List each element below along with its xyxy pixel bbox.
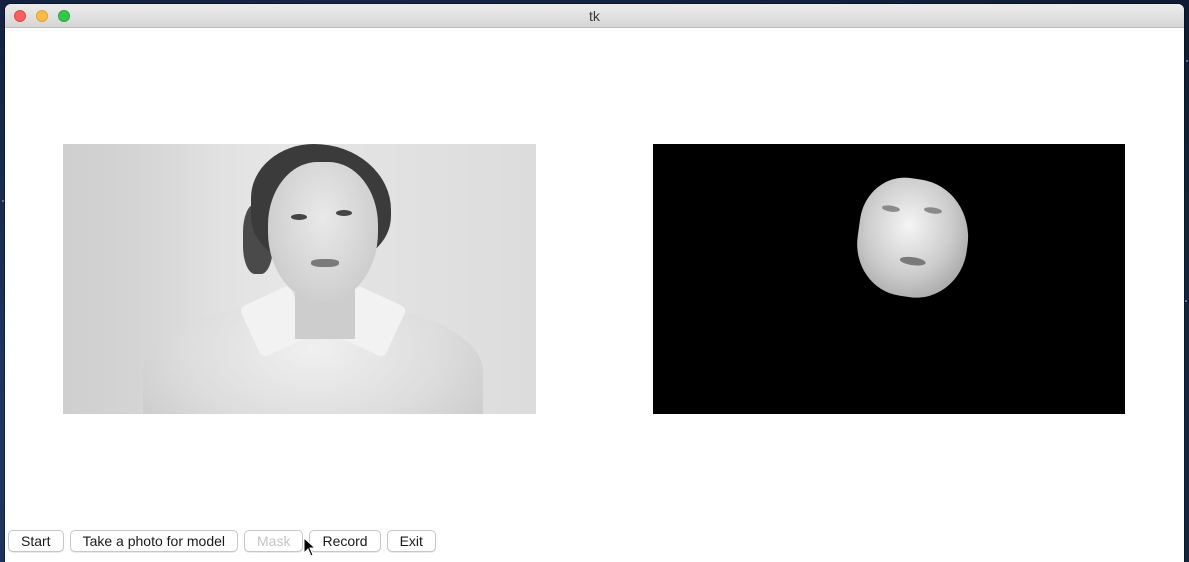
app-window: tk Start Take a photo for model Mask Rec…: [5, 4, 1184, 562]
face-model-preview: [653, 144, 1125, 414]
exit-button[interactable]: Exit: [386, 530, 436, 552]
start-button[interactable]: Start: [8, 530, 64, 552]
face-mask-render: [850, 171, 976, 305]
person-eye-left: [291, 214, 307, 220]
person-mouth: [311, 259, 339, 267]
window-title: tk: [589, 8, 600, 24]
webcam-preview: [63, 144, 536, 414]
mask-mouth: [899, 255, 927, 267]
mask-button[interactable]: Mask: [244, 530, 304, 552]
button-bar: Start Take a photo for model Mask Record…: [5, 530, 436, 558]
title-bar[interactable]: tk: [5, 4, 1184, 28]
mask-eye-right: [923, 206, 943, 215]
take-photo-button[interactable]: Take a photo for model: [69, 530, 238, 552]
record-button[interactable]: Record: [309, 530, 381, 552]
pointer-cursor-icon: [303, 536, 317, 557]
person-face: [268, 162, 378, 302]
person-eye-right: [336, 210, 352, 216]
mask-eye-left: [881, 204, 901, 213]
